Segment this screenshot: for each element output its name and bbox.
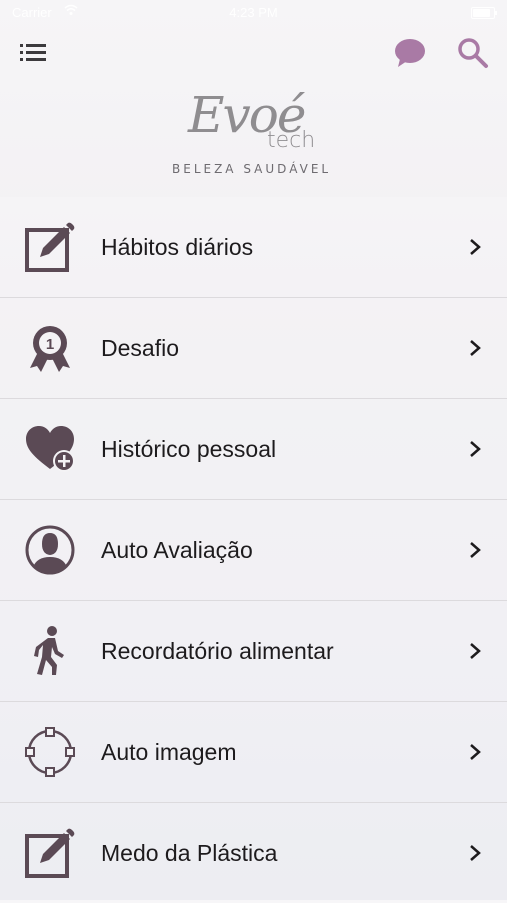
heart-plus-icon bbox=[26, 426, 75, 472]
menu-item-label: Desafio bbox=[101, 335, 179, 361]
chevron-right-icon bbox=[470, 542, 481, 558]
chevron-right-icon bbox=[470, 441, 481, 457]
menu-item-label: Medo da Plástica bbox=[101, 840, 278, 866]
menu-item-label: Hábitos diários bbox=[101, 234, 254, 260]
brand-logo: Evoé tech BELEZA SAUDÁVEL bbox=[160, 86, 350, 182]
edit-square-icon bbox=[25, 222, 75, 272]
logo-subtitle: BELEZA SAUDÁVEL bbox=[172, 162, 332, 176]
user-circle-icon bbox=[25, 525, 75, 575]
menu-item-label: Auto imagem bbox=[101, 739, 237, 765]
chevron-right-icon bbox=[470, 643, 481, 659]
chat-bubble-icon[interactable] bbox=[392, 36, 428, 70]
menu-item-medo-da-plastica[interactable]: Medo da Plástica bbox=[0, 803, 507, 903]
chevron-right-icon bbox=[470, 340, 481, 356]
menu-item-auto-imagem[interactable]: Auto imagem bbox=[0, 702, 507, 803]
logo-tech: tech bbox=[267, 128, 316, 153]
hamburger-menu-icon[interactable] bbox=[18, 40, 48, 66]
award-ribbon-icon: 1 bbox=[30, 326, 70, 372]
clock: 4:23 PM bbox=[229, 5, 278, 20]
shape-nodes-icon bbox=[25, 727, 75, 777]
search-icon[interactable] bbox=[455, 36, 491, 70]
status-bar: Carrier 4:23 PM bbox=[0, 0, 507, 26]
chevron-right-icon bbox=[470, 744, 481, 760]
chevron-right-icon bbox=[470, 239, 481, 255]
menu-item-label: Histórico pessoal bbox=[101, 436, 277, 462]
menu-item-habitos-diarios[interactable]: Hábitos diários bbox=[0, 197, 507, 298]
chevron-right-icon bbox=[470, 845, 481, 861]
top-bar bbox=[0, 26, 507, 86]
menu-item-desafio[interactable]: 1 Desafio bbox=[0, 298, 507, 399]
edit-square-icon bbox=[25, 828, 75, 878]
menu-item-historico-pessoal[interactable]: Histórico pessoal bbox=[0, 399, 507, 500]
menu-item-label: Auto Avaliação bbox=[101, 537, 253, 563]
main-menu: Hábitos diários 1 Desafio Histórico pess… bbox=[0, 197, 507, 903]
battery-icon bbox=[471, 7, 497, 19]
menu-item-recordatorio-alimentar[interactable]: Recordatório alimentar bbox=[0, 601, 507, 702]
menu-item-label: Recordatório alimentar bbox=[101, 638, 334, 664]
menu-item-auto-avaliacao[interactable]: Auto Avaliação bbox=[0, 500, 507, 601]
walking-person-icon bbox=[34, 626, 64, 675]
svg-text:1: 1 bbox=[46, 336, 54, 353]
